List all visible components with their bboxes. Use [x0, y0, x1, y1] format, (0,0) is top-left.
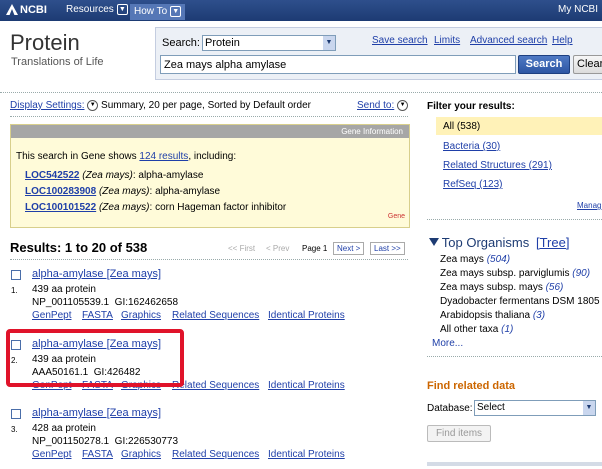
- sidebar-divider: [427, 219, 602, 220]
- result-item: 1. alpha-amylase [Zea mays] 439 aa prote…: [0, 266, 410, 326]
- tree-link[interactable]: [Tree]: [536, 235, 569, 250]
- page-indicator: Page 1: [302, 244, 328, 253]
- graphics-link[interactable]: Graphics: [121, 449, 161, 460]
- filter-item-refseq[interactable]: RefSeq (123): [443, 179, 502, 190]
- database-subtitle: Translations of Life: [11, 56, 104, 68]
- pager: << First < Prev Page 1 Next > Last >>: [228, 242, 408, 258]
- send-to-menu[interactable]: Send to: ▼: [357, 100, 409, 111]
- chevron-down-icon[interactable]: ▼: [87, 100, 99, 111]
- ncbi-top-bar: NCBI Resources ▼ How To ▼ My NCBI: [0, 0, 602, 21]
- result-title-link[interactable]: alpha-amylase [Zea mays]: [32, 268, 161, 280]
- chevron-down-icon: ▼: [583, 401, 595, 415]
- chevron-down-icon: ▼: [170, 5, 182, 17]
- display-settings-bar: Display Settings: ▼ Summary, 20 per page…: [10, 100, 311, 111]
- chevron-down-icon: ▼: [397, 100, 409, 111]
- gene-id-link[interactable]: LOC100101522: [25, 202, 96, 213]
- sidebar-divider: [427, 356, 602, 357]
- gene-item: LOC542522 (Zea mays): alpha-amylase: [25, 170, 204, 181]
- filter-item-all[interactable]: All (538): [443, 121, 480, 132]
- top-organisms-heading: Top Organisms [Tree]: [429, 235, 569, 250]
- find-items-button[interactable]: Find items: [427, 425, 491, 442]
- clear-button[interactable]: Clear: [573, 55, 602, 74]
- filter-heading: Filter your results:: [427, 101, 515, 112]
- organism-item[interactable]: All other taxa (1): [440, 324, 513, 335]
- more-organisms-link[interactable]: More...: [432, 338, 463, 349]
- organism-item[interactable]: Arabidopsis thaliana (3): [440, 310, 545, 321]
- related-sequences-link[interactable]: Related Sequences: [172, 310, 259, 321]
- gene-id-link[interactable]: LOC542522: [25, 170, 79, 181]
- search-label: Search:: [162, 37, 200, 49]
- related-database-select[interactable]: Select ▼: [474, 400, 596, 416]
- genpept-link[interactable]: GenPept: [32, 449, 71, 460]
- database-label: Database:: [427, 403, 473, 414]
- database-title: Protein: [10, 30, 80, 55]
- help-link[interactable]: Help: [552, 35, 573, 46]
- organism-item[interactable]: Zea mays (504): [440, 254, 510, 265]
- result-number: 1.: [11, 286, 18, 295]
- triangle-down-icon[interactable]: [429, 238, 439, 246]
- identical-proteins-link[interactable]: Identical Proteins: [268, 380, 345, 391]
- result-checkbox[interactable]: [11, 409, 21, 419]
- howto-menu[interactable]: How To ▼: [130, 4, 186, 20]
- header-divider: [0, 92, 602, 93]
- gene-box-header: Gene Information: [11, 125, 409, 138]
- ncbi-logo-icon: [6, 4, 18, 15]
- chevron-down-icon: ▼: [323, 36, 335, 50]
- gene-information-box: Gene Information This search in Gene sho…: [10, 124, 410, 228]
- ncbi-logo[interactable]: NCBI: [6, 4, 47, 16]
- organism-item[interactable]: Zea mays subsp. mays (56): [440, 282, 563, 293]
- result-accession: NP_001105539.1 GI:162462658: [32, 297, 179, 308]
- manage-filters-link[interactable]: Manag: [577, 201, 601, 210]
- result-accession: NP_001150278.1 GI:226530773: [32, 436, 179, 447]
- settings-divider: [10, 116, 408, 117]
- result-checkbox[interactable]: [11, 270, 21, 280]
- gene-item: LOC100101522 (Zea mays): corn Hageman fa…: [25, 202, 287, 213]
- fasta-link[interactable]: FASTA: [82, 310, 113, 321]
- organism-item[interactable]: Zea mays subsp. parviglumis (90): [440, 268, 590, 279]
- related-sequences-link[interactable]: Related Sequences: [172, 449, 259, 460]
- graphics-link[interactable]: Graphics: [121, 310, 161, 321]
- gene-item: LOC100283908 (Zea mays): alpha-amylase: [25, 186, 221, 197]
- gene-id-link[interactable]: LOC100283908: [25, 186, 96, 197]
- first-page-link: << First: [228, 244, 256, 253]
- result-item: 3. alpha-amylase [Zea mays] 428 aa prote…: [0, 405, 410, 465]
- advanced-search-link[interactable]: Advanced search: [470, 35, 547, 46]
- prev-page-link: < Prev: [266, 244, 290, 253]
- gene-footer-link[interactable]: Gene: [388, 213, 405, 220]
- result-description: 428 aa protein: [32, 423, 96, 434]
- filter-item-bacteria[interactable]: Bacteria (30): [443, 141, 500, 152]
- my-ncbi-link[interactable]: My NCBI: [558, 4, 598, 15]
- genpept-link[interactable]: GenPept: [32, 310, 71, 321]
- identical-proteins-link[interactable]: Identical Proteins: [268, 449, 345, 460]
- organism-item[interactable]: Dyadobacter fermentans DSM 1805: [440, 296, 600, 307]
- related-sequences-link[interactable]: Related Sequences: [172, 380, 259, 391]
- gene-results-link[interactable]: 124 results: [139, 151, 188, 162]
- database-select[interactable]: Protein ▼: [202, 35, 336, 51]
- result-description: 439 aa protein: [32, 284, 96, 295]
- highlight-annotation: [6, 329, 184, 387]
- fasta-link[interactable]: FASTA: [82, 449, 113, 460]
- display-settings-value: Summary, 20 per page, Sorted by Default …: [101, 100, 311, 112]
- last-page-button[interactable]: Last >>: [370, 242, 405, 255]
- display-settings-link[interactable]: Display Settings:: [10, 100, 84, 111]
- search-button[interactable]: Search: [518, 55, 570, 74]
- resources-menu[interactable]: Resources ▼: [66, 4, 128, 15]
- results-count: Results: 1 to 20 of 538: [10, 240, 148, 255]
- chevron-down-icon: ▼: [116, 4, 128, 15]
- results-divider: [10, 259, 408, 260]
- result-number: 3.: [11, 425, 18, 434]
- result-title-link[interactable]: alpha-amylase [Zea mays]: [32, 407, 161, 419]
- search-input[interactable]: [160, 55, 516, 74]
- save-search-link[interactable]: Save search: [372, 35, 428, 46]
- sidebar-bottom-bar: [427, 462, 602, 466]
- gene-box-intro: This search in Gene shows 124 results, i…: [16, 151, 237, 162]
- next-page-button[interactable]: Next >: [333, 242, 365, 255]
- filter-item-related-structures[interactable]: Related Structures (291): [443, 160, 552, 171]
- limits-link[interactable]: Limits: [434, 35, 460, 46]
- find-related-heading: Find related data: [427, 380, 516, 392]
- identical-proteins-link[interactable]: Identical Proteins: [268, 310, 345, 321]
